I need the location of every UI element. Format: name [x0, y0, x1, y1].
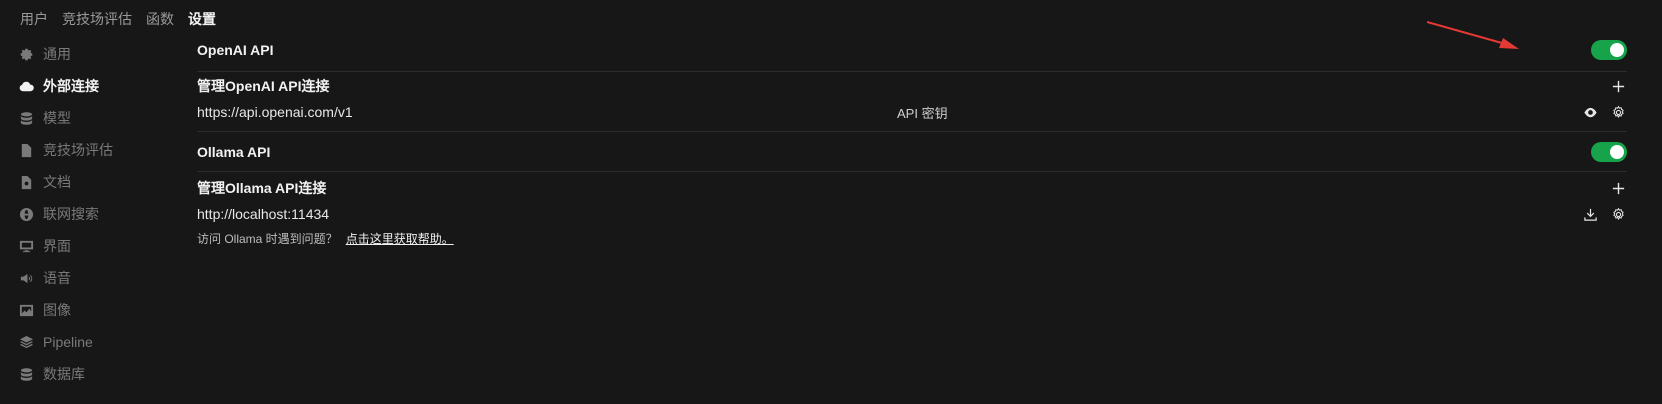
openai-config-button[interactable] [1609, 103, 1627, 121]
sidebar-item-label: 联网搜索 [43, 206, 99, 222]
download-model-button[interactable] [1581, 205, 1599, 223]
ollama-title: Ollama API [197, 144, 271, 160]
sidebar-item-label: 模型 [43, 110, 71, 126]
monitor-icon [18, 238, 34, 254]
sidebar-item-label: 文档 [43, 174, 71, 190]
top-tabs: 用户 竞技场评估 函数 设置 [20, 9, 216, 29]
api-key-field[interactable]: API 密钥 [897, 103, 948, 122]
sidebar-item-general[interactable]: 通用 [18, 38, 178, 70]
ollama-header: Ollama API [197, 142, 1627, 162]
sidebar-item-external-connections[interactable]: 外部连接 [18, 70, 178, 102]
help-text: 访问 Ollama 时遇到问题？ [197, 231, 338, 246]
settings-sidebar: 通用 外部连接 模型 竞技场评估 文档 联网搜索 界面 语音 图像 Pipeli… [18, 38, 178, 390]
sidebar-item-label: 界面 [43, 238, 71, 254]
help-link[interactable]: 点击这里获取帮助。 [346, 230, 454, 247]
show-key-button[interactable] [1581, 103, 1599, 121]
sidebar-item-label: 通用 [43, 46, 71, 62]
openai-url[interactable]: https://api.openai.com/v1 [197, 104, 353, 120]
openai-manage-title: 管理OpenAI API连接 [197, 78, 330, 94]
sidebar-item-label: Pipeline [43, 334, 93, 350]
tab-functions[interactable]: 函数 [146, 9, 174, 29]
ollama-url[interactable]: http://localhost:11434 [197, 206, 329, 222]
ollama-manage-title: 管理Ollama API连接 [197, 180, 327, 196]
speaker-icon [18, 270, 34, 286]
file-icon [18, 174, 34, 190]
sidebar-item-documents[interactable]: 文档 [18, 166, 178, 198]
sidebar-item-audio[interactable]: 语音 [18, 262, 178, 294]
plus-icon [1611, 181, 1626, 196]
gear-icon [1611, 207, 1626, 222]
tab-arena[interactable]: 竞技场评估 [62, 9, 132, 29]
sidebar-item-label: 图像 [43, 302, 71, 318]
sidebar-item-images[interactable]: 图像 [18, 294, 178, 326]
ollama-help-row: 访问 Ollama 时遇到问题？ 点击这里获取帮助。 [197, 229, 1627, 247]
divider [197, 71, 1627, 72]
document-icon [18, 142, 34, 158]
ollama-manage-row: 管理Ollama API连接 [197, 178, 1627, 198]
gear-icon [18, 46, 34, 62]
openai-toggle[interactable] [1591, 40, 1627, 60]
database-icon [18, 366, 34, 382]
openai-header: OpenAI API [197, 40, 1627, 60]
cloud-icon [18, 78, 34, 94]
ollama-config-button[interactable] [1609, 205, 1627, 223]
image-icon [18, 302, 34, 318]
add-openai-connection-button[interactable] [1609, 77, 1627, 95]
tab-settings[interactable]: 设置 [188, 9, 216, 29]
sidebar-item-database[interactable]: 数据库 [18, 358, 178, 390]
sidebar-item-web-search[interactable]: 联网搜索 [18, 198, 178, 230]
openai-title: OpenAI API [197, 42, 274, 58]
openai-manage-row: 管理OpenAI API连接 [197, 76, 1627, 96]
tab-users[interactable]: 用户 [20, 9, 48, 29]
sidebar-item-pipeline[interactable]: Pipeline [18, 326, 178, 358]
sidebar-item-label: 数据库 [43, 366, 85, 382]
sidebar-item-models[interactable]: 模型 [18, 102, 178, 134]
globe-icon [18, 206, 34, 222]
eye-icon [1583, 105, 1598, 120]
sidebar-item-label: 竞技场评估 [43, 142, 113, 158]
sidebar-item-label: 外部连接 [43, 78, 99, 94]
sidebar-item-arena[interactable]: 竞技场评估 [18, 134, 178, 166]
add-ollama-connection-button[interactable] [1609, 179, 1627, 197]
download-icon [1583, 207, 1598, 222]
divider [197, 131, 1627, 132]
sidebar-item-interface[interactable]: 界面 [18, 230, 178, 262]
sidebar-item-label: 语音 [43, 270, 71, 286]
ollama-connection-row: http://localhost:11434 [197, 204, 1627, 224]
layers-icon [18, 334, 34, 350]
gear-icon [1611, 105, 1626, 120]
plus-icon [1611, 79, 1626, 94]
database-icon [18, 110, 34, 126]
openai-connection-row: https://api.openai.com/v1 API 密钥 [197, 102, 1627, 122]
annotation-arrow-icon [1427, 21, 1519, 49]
ollama-toggle[interactable] [1591, 142, 1627, 162]
divider [197, 171, 1627, 172]
